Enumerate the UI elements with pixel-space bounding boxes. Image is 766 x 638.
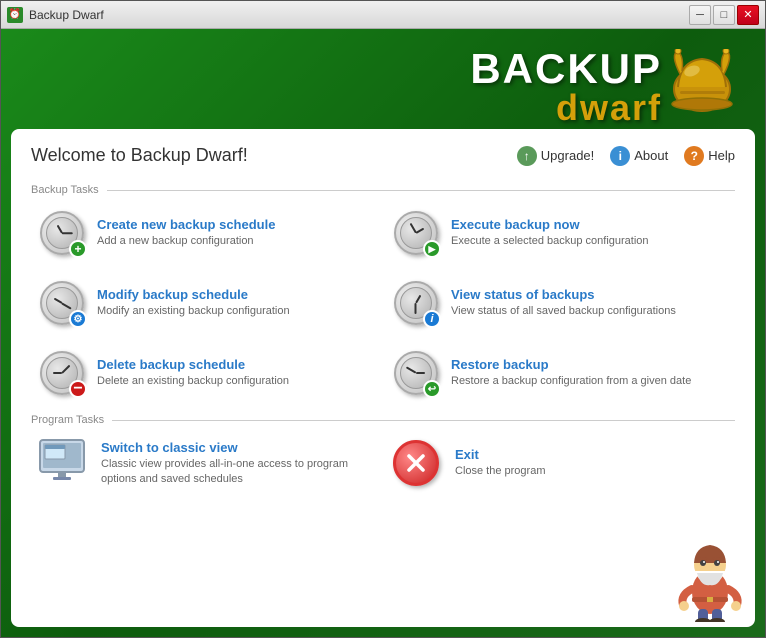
app-icon: ⏰ <box>7 7 23 23</box>
main-content: BACKUP dwarf <box>1 29 765 637</box>
restore-backup-icon-wrapper: ↩ <box>391 348 441 398</box>
minimize-button[interactable]: ─ <box>689 5 711 25</box>
classic-view-text: Switch to classic view Classic view prov… <box>101 440 375 486</box>
classic-view-desc: Classic view provides all-in-one access … <box>101 457 375 486</box>
execute-backup-text: Execute backup now Execute a selected ba… <box>451 217 729 248</box>
execute-backup-task[interactable]: ▶ Execute backup now Execute a selected … <box>385 200 735 266</box>
monitor-icon <box>37 438 91 488</box>
program-tasks-section-label: Program Tasks <box>31 414 735 426</box>
classic-view-icon-wrapper <box>37 438 91 488</box>
upgrade-icon: ↑ <box>517 146 537 166</box>
create-backup-text: Create new backup schedule Add a new bac… <box>97 217 375 248</box>
application-window: ⏰ Backup Dwarf ─ □ ✕ BACKUP dwarf <box>0 0 766 638</box>
about-label: About <box>634 148 668 163</box>
panel-title: Welcome to Backup Dwarf! <box>31 145 517 166</box>
create-backup-title: Create new backup schedule <box>97 217 375 232</box>
delete-badge: − <box>69 380 87 398</box>
classic-view-title: Switch to classic view <box>101 440 375 455</box>
view-badge: i <box>423 310 441 328</box>
modify-backup-task[interactable]: ⚙ Modify backup schedule Modify an exist… <box>31 270 381 336</box>
modify-backup-title: Modify backup schedule <box>97 287 375 302</box>
create-backup-icon-wrapper: + <box>37 208 87 258</box>
create-backup-desc: Add a new backup configuration <box>97 234 375 248</box>
maximize-button[interactable]: □ <box>713 5 735 25</box>
window-controls: ─ □ ✕ <box>689 5 759 25</box>
window-title: Backup Dwarf <box>29 8 689 22</box>
logo-text: BACKUP dwarf <box>470 48 662 126</box>
delete-backup-desc: Delete an existing backup configuration <box>97 374 375 388</box>
backup-tasks-grid: + Create new backup schedule Add a new b… <box>31 200 735 406</box>
delete-backup-title: Delete backup schedule <box>97 357 375 372</box>
modify-backup-text: Modify backup schedule Modify an existin… <box>97 287 375 318</box>
create-backup-task[interactable]: + Create new backup schedule Add a new b… <box>31 200 381 266</box>
exit-desc: Close the program <box>455 464 729 478</box>
modify-backup-desc: Modify an existing backup configuration <box>97 304 375 318</box>
view-status-text: View status of backups View status of al… <box>451 287 729 318</box>
modify-backup-icon-wrapper: ⚙ <box>37 278 87 328</box>
delete-backup-icon-wrapper: − <box>37 348 87 398</box>
about-icon: i <box>610 146 630 166</box>
create-badge: + <box>69 240 87 258</box>
execute-badge: ▶ <box>423 240 441 258</box>
exit-text: Exit Close the program <box>455 447 729 478</box>
help-button[interactable]: ? Help <box>684 146 735 166</box>
view-status-desc: View status of all saved backup configur… <box>451 304 729 318</box>
logo-dwarf: dwarf <box>470 90 662 126</box>
restore-backup-title: Restore backup <box>451 357 729 372</box>
panel-header: Welcome to Backup Dwarf! ↑ Upgrade! i Ab… <box>31 145 735 174</box>
titlebar: ⏰ Backup Dwarf ─ □ ✕ <box>1 1 765 29</box>
program-tasks-grid: Switch to classic view Classic view prov… <box>31 430 735 496</box>
main-panel: Welcome to Backup Dwarf! ↑ Upgrade! i Ab… <box>11 129 755 627</box>
restore-backup-text: Restore backup Restore a backup configur… <box>451 357 729 388</box>
mascot <box>675 537 745 617</box>
restore-backup-task[interactable]: ↩ Restore backup Restore a backup config… <box>385 340 735 406</box>
logo-area: BACKUP dwarf <box>11 39 755 129</box>
backup-tasks-section-label: Backup Tasks <box>31 184 735 196</box>
delete-backup-text: Delete backup schedule Delete an existin… <box>97 357 375 388</box>
help-icon: ? <box>684 146 704 166</box>
modify-badge: ⚙ <box>69 310 87 328</box>
exit-task[interactable]: Exit Close the program <box>385 430 735 496</box>
close-button[interactable]: ✕ <box>737 5 759 25</box>
view-status-icon-wrapper: i <box>391 278 441 328</box>
execute-backup-icon-wrapper: ▶ <box>391 208 441 258</box>
restore-badge: ↩ <box>423 380 441 398</box>
execute-backup-title: Execute backup now <box>451 217 729 232</box>
help-label: Help <box>708 148 735 163</box>
about-button[interactable]: i About <box>610 146 668 166</box>
helmet-icon <box>670 49 735 124</box>
watermark: DownloadSoft.net <box>1 613 765 629</box>
classic-view-task[interactable]: Switch to classic view Classic view prov… <box>31 430 381 496</box>
exit-title: Exit <box>455 447 729 462</box>
exit-icon <box>393 440 439 486</box>
logo-backup: BACKUP <box>470 48 662 90</box>
panel-nav: ↑ Upgrade! i About ? Help <box>517 146 735 166</box>
view-status-task[interactable]: i View status of backups View status of … <box>385 270 735 336</box>
upgrade-button[interactable]: ↑ Upgrade! <box>517 146 594 166</box>
view-status-title: View status of backups <box>451 287 729 302</box>
upgrade-label: Upgrade! <box>541 148 594 163</box>
exit-icon-wrapper <box>391 438 445 488</box>
delete-backup-task[interactable]: − Delete backup schedule Delete an exist… <box>31 340 381 406</box>
execute-backup-desc: Execute a selected backup configuration <box>451 234 729 248</box>
restore-backup-desc: Restore a backup configuration from a gi… <box>451 374 729 388</box>
